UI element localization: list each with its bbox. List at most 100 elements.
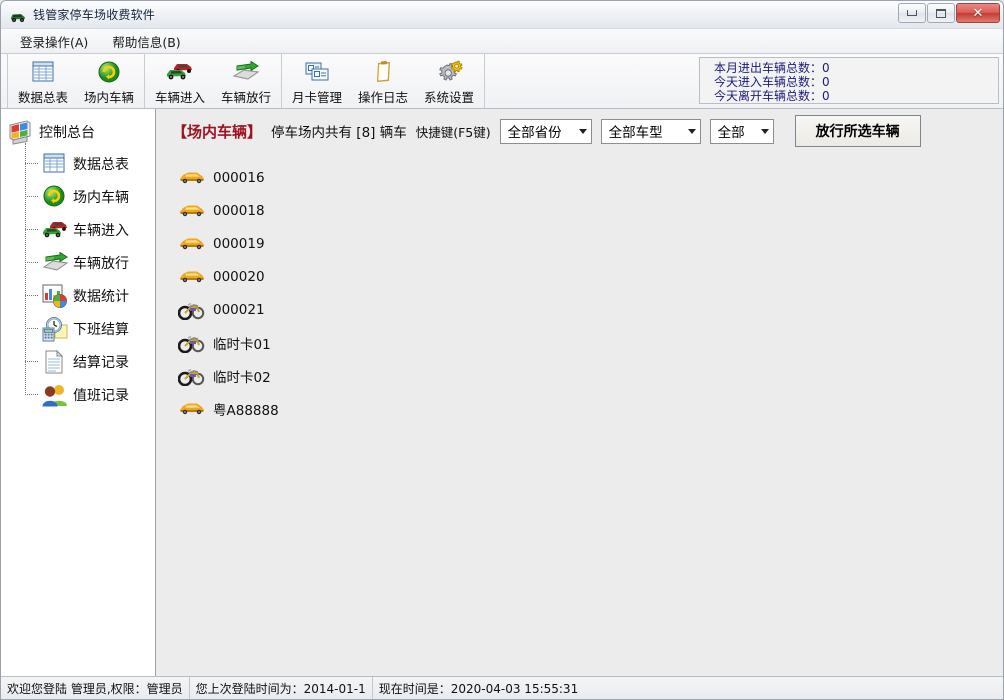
vehicle-plate: 000018	[213, 202, 265, 219]
car-icon	[178, 201, 206, 221]
vehicle-plate: 000016	[213, 169, 265, 186]
vehicle-plate: 临时卡01	[213, 336, 271, 353]
minimize-button[interactable]	[898, 3, 926, 23]
stats-panel: 本月进出车辆总数：0 今天进入车辆总数：0 今天离开车辆总数：0	[699, 57, 999, 104]
gears-icon	[435, 58, 463, 86]
toolbar-vehicle-entry-label: 车辆进入	[154, 90, 205, 105]
list-item[interactable]: 临时卡02	[177, 359, 1003, 392]
clock-calculator-icon	[41, 316, 68, 342]
list-item[interactable]: 000018	[178, 194, 1003, 227]
motorcycle-icon	[177, 366, 206, 386]
close-button[interactable]: ✕	[956, 3, 1000, 23]
cars-icon	[41, 217, 67, 243]
maximize-icon	[936, 8, 946, 18]
stat-today-in: 今天进入车辆总数：0	[714, 75, 830, 89]
menu-help-info[interactable]: 帮助信息(B)	[103, 30, 189, 53]
toolbar-operation-log[interactable]: 操作日志	[350, 54, 416, 108]
chevron-down-icon	[760, 128, 769, 134]
table-icon	[30, 58, 56, 86]
menu-bar: 登录操作(A) 帮助信息(B)	[1, 28, 1003, 54]
sidebar-item-label: 车辆放行	[73, 255, 129, 272]
status-welcome: 欢迎您登陆 管理员,权限：管理员	[1, 677, 190, 699]
close-icon: ✕	[972, 5, 984, 21]
filter-province-value: 全部省份	[507, 125, 562, 141]
toolbar-monthly-card-label: 月卡管理	[291, 90, 342, 105]
sidebar-item-label: 值班记录	[73, 387, 129, 404]
list-item[interactable]: 000020	[178, 260, 1003, 293]
list-item[interactable]: 000021	[177, 293, 1003, 326]
menu-login-operations[interactable]: 登录操作(A)	[11, 30, 97, 53]
toolbar-vehicles-in-lot[interactable]: 场内车辆	[76, 54, 142, 108]
sidebar-item-label: 结算记录	[73, 354, 129, 371]
green-arrow-platform-icon	[41, 250, 69, 276]
application-window: 钱管家停车场收费软件 ✕ 登录操作(A) 帮助信息(B) 数据总表 场内车辆 车…	[0, 0, 1004, 700]
sidebar-item-shift-settlement[interactable]: 下班结算	[25, 312, 155, 345]
sidebar-item-data-table[interactable]: 数据总表	[25, 147, 155, 180]
clipboard-icon	[370, 58, 396, 86]
minimize-icon	[907, 10, 917, 16]
sidebar-item-label: 场内车辆	[73, 189, 129, 206]
maximize-button[interactable]	[927, 3, 955, 23]
stat-today-out: 今天离开车辆总数：0	[714, 89, 830, 103]
sidebar-item-label: 数据统计	[73, 288, 129, 305]
release-selected-vehicles-button[interactable]: 放行所选车辆	[794, 115, 921, 147]
sidebar-item-label: 车辆进入	[73, 222, 129, 239]
car-icon	[178, 399, 206, 419]
app-car-icon	[9, 8, 27, 22]
content-header: 【场内车辆】 停车场内共有 [8] 辆车 快捷键(F5键) 全部省份 全部车型 …	[156, 109, 1003, 153]
window-title: 钱管家停车场收费软件	[33, 8, 156, 22]
green-refresh-icon	[96, 58, 122, 86]
toolbar-vehicle-release[interactable]: 车辆放行	[213, 54, 279, 108]
status-last-login: 您上次登陆时间为：2014-01-1	[190, 677, 373, 699]
toolbar-monthly-card[interactable]: 月卡管理	[284, 54, 350, 108]
sidebar-item-label: 下班结算	[73, 321, 129, 338]
users-icon	[41, 382, 67, 408]
filter-province[interactable]: 全部省份	[499, 118, 592, 144]
sidebar-root-console[interactable]: 控制总台	[7, 117, 155, 147]
sidebar-item-duty-records[interactable]: 值班记录	[25, 378, 155, 411]
green-arrow-platform-icon	[231, 58, 261, 86]
cards-icon	[302, 58, 332, 86]
console-icon	[7, 119, 33, 145]
filter-vehicle-type[interactable]: 全部车型	[600, 118, 701, 144]
table-icon	[41, 151, 67, 177]
document-icon	[41, 349, 67, 375]
toolbar-data-table-label: 数据总表	[17, 90, 68, 105]
toolbar-operation-log-label: 操作日志	[357, 90, 408, 105]
sidebar-item-vehicle-entry[interactable]: 车辆进入	[25, 213, 155, 246]
vehicle-count-info: 停车场内共有 [8] 辆车	[271, 125, 407, 141]
car-icon	[178, 168, 206, 188]
vehicle-plate: 临时卡02	[213, 369, 271, 386]
list-item[interactable]: 临时卡01	[177, 326, 1003, 359]
toolbar-group-3: 月卡管理 操作日志 系统设置	[282, 54, 485, 108]
toolbar-group-1: 数据总表 场内车辆	[7, 54, 145, 108]
sidebar-item-statistics[interactable]: 数据统计	[25, 279, 155, 312]
window-controls: ✕	[897, 3, 1000, 23]
car-icon	[178, 234, 206, 254]
toolbar-system-settings[interactable]: 系统设置	[416, 54, 482, 108]
toolbar-vehicles-in-lot-label: 场内车辆	[83, 90, 134, 105]
vehicle-plate: 000019	[213, 235, 265, 252]
sidebar-item-settlement-records[interactable]: 结算记录	[25, 345, 155, 378]
list-item[interactable]: 000016	[178, 161, 1003, 194]
list-item[interactable]: 粤A88888	[178, 392, 1003, 425]
sidebar-root-label: 控制总台	[39, 125, 95, 141]
vehicle-list: 000016 000018 000019 000020 000021 临时卡01…	[156, 153, 1003, 425]
toolbar-vehicle-entry[interactable]: 车辆进入	[147, 54, 213, 108]
stat-month-total: 本月进出车辆总数：0	[714, 61, 830, 75]
filter-all[interactable]: 全部	[709, 118, 774, 144]
body-split: 控制总台 数据总表 场内车辆 车辆进入 车辆放行 数据统计 下班结算 结算记录 …	[1, 109, 1003, 676]
title-bar: 钱管家停车场收费软件 ✕	[1, 1, 1003, 28]
toolbar-data-table[interactable]: 数据总表	[10, 54, 76, 108]
chevron-down-icon	[687, 128, 696, 134]
sidebar-item-vehicle-release[interactable]: 车辆放行	[25, 246, 155, 279]
page-title: 【场内车辆】	[172, 122, 263, 141]
motorcycle-icon	[177, 300, 206, 320]
sidebar-item-vehicles-in-lot[interactable]: 场内车辆	[25, 180, 155, 213]
motorcycle-icon	[177, 333, 206, 353]
vehicle-plate: 000020	[213, 268, 265, 285]
status-bar: 欢迎您登陆 管理员,权限：管理员 您上次登陆时间为：2014-01-1 现在时间…	[1, 676, 1003, 699]
toolbar-group-2: 车辆进入 车辆放行	[145, 54, 282, 108]
car-icon	[178, 267, 206, 287]
list-item[interactable]: 000019	[178, 227, 1003, 260]
